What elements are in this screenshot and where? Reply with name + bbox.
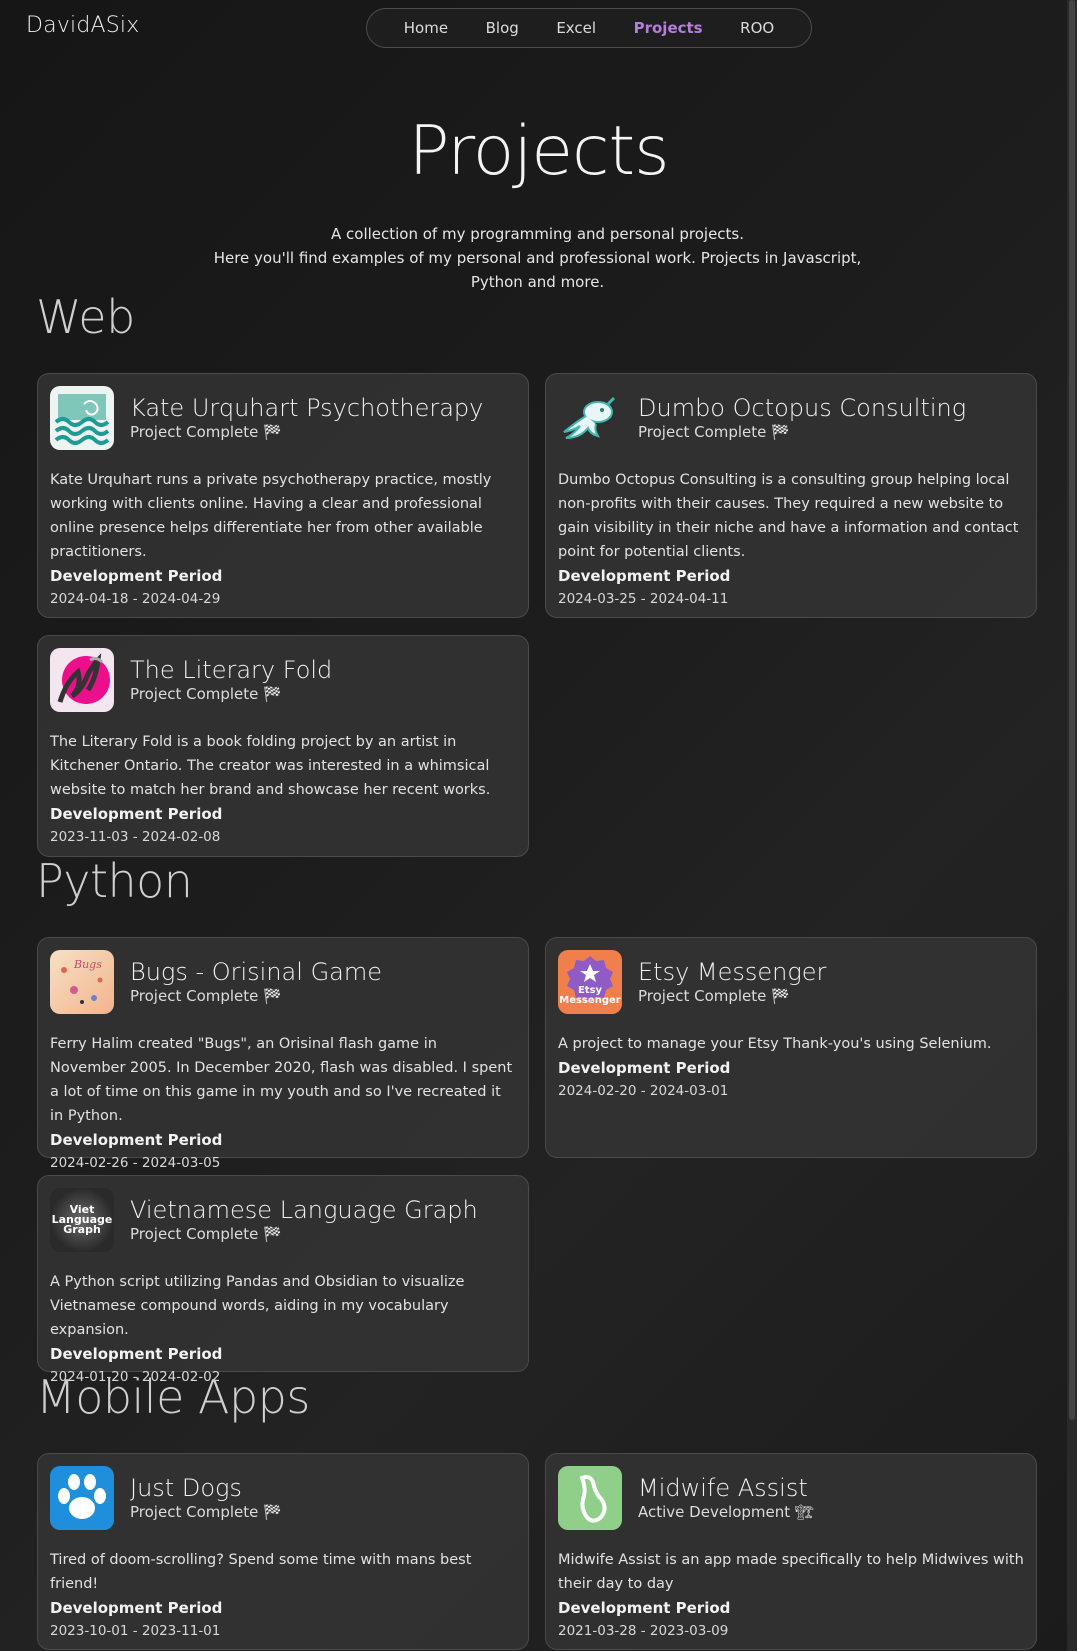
site-brand[interactable]: DavidASix xyxy=(26,13,139,38)
card-description: Kate Urquhart runs a private psychothera… xyxy=(50,472,492,560)
dev-period-label: Development Period xyxy=(558,1599,731,1617)
dev-period-dates: 2021-03-28 - 2023-03-09 xyxy=(558,1623,729,1639)
bugs-logo-text: Bugs xyxy=(74,958,102,971)
card-status: Project Complete 🏁 xyxy=(638,987,790,1005)
dev-period-label: Development Period xyxy=(50,1345,223,1363)
paw-logo-icon xyxy=(50,1466,114,1530)
dev-period-dates: 2024-02-26 - 2024-03-05 xyxy=(50,1155,221,1171)
card-title: The Literary Fold xyxy=(130,656,333,684)
card-status: Project Complete 🏁 xyxy=(130,685,282,703)
dev-period-dates: 2023-10-01 - 2023-11-01 xyxy=(50,1623,221,1639)
etsy-messenger-logo-icon: Etsy Messenger xyxy=(558,950,622,1014)
dev-period-label: Development Period xyxy=(558,1059,731,1077)
dev-period-label: Development Period xyxy=(50,805,223,823)
project-card-vietnamese-graph[interactable]: Viet Language Graph Vietnamese Language … xyxy=(37,1175,529,1385)
page-intro: A collection of my programming and perso… xyxy=(190,222,885,294)
graph-logo-word: Graph xyxy=(63,1223,101,1236)
project-card-just-dogs[interactable]: Just Dogs Project Complete 🏁 Tired of do… xyxy=(37,1453,529,1650)
project-card-etsy-messenger[interactable]: Etsy Messenger Etsy Messenger Project Co… xyxy=(545,937,1037,1158)
page-scrollbar[interactable] xyxy=(1067,0,1077,1651)
card-status: Project Complete 🏁 xyxy=(130,423,282,441)
etsy-logo-text: Etsy Messenger xyxy=(558,986,622,1006)
project-card-kate-urquhart[interactable]: Kate Urquhart Psychotherapy Project Comp… xyxy=(37,373,529,618)
card-status: Active Development 🏗 xyxy=(638,1503,814,1521)
card-status: Project Complete 🏁 xyxy=(130,987,282,1005)
dev-period-dates: 2024-04-18 - 2024-04-29 xyxy=(50,591,221,607)
section-title-python: Python xyxy=(36,854,193,908)
card-title: Midwife Assist xyxy=(638,1474,808,1502)
nav-roo[interactable]: ROO xyxy=(740,19,774,37)
dev-period-dates: 2023-11-03 - 2024-02-08 xyxy=(50,829,221,845)
project-card-bugs-game[interactable]: Bugs Bugs - Orisinal Game Project Comple… xyxy=(37,937,529,1171)
project-card-midwife-assist[interactable]: Midwife Assist Active Development 🏗 Midw… xyxy=(545,1453,1037,1650)
section-title-web: Web xyxy=(36,290,135,344)
section-title-mobile-apps: Mobile Apps xyxy=(36,1370,310,1424)
card-description: Midwife Assist is an app made specifical… xyxy=(558,1552,1024,1592)
dev-period-label: Development Period xyxy=(50,1599,223,1617)
card-description: The Literary Fold is a book folding proj… xyxy=(50,734,491,798)
book-fold-logo-icon xyxy=(50,648,114,712)
card-title: Dumbo Octopus Consulting xyxy=(638,394,967,422)
scrollbar-thumb[interactable] xyxy=(1069,0,1075,1420)
midwife-logo-icon xyxy=(558,1466,622,1530)
card-title: Just Dogs xyxy=(130,1474,242,1502)
card-description: Ferry Halim created "Bugs", an Orisinal … xyxy=(50,1036,513,1124)
card-status: Project Complete 🏁 xyxy=(638,423,790,441)
page-title: Projects xyxy=(408,112,669,191)
card-title: Vietnamese Language Graph xyxy=(130,1196,478,1224)
waves-logo-icon xyxy=(50,386,114,450)
nav-home[interactable]: Home xyxy=(404,19,448,37)
dev-period-label: Development Period xyxy=(50,567,223,585)
card-description: Tired of doom-scrolling? Spend some time… xyxy=(50,1552,472,1592)
card-description: A Python script utilizing Pandas and Obs… xyxy=(50,1274,465,1338)
nav-excel[interactable]: Excel xyxy=(556,19,596,37)
dev-period-dates: 2024-03-25 - 2024-04-11 xyxy=(558,591,729,607)
card-description: A project to manage your Etsy Thank-you'… xyxy=(558,1036,992,1052)
card-description: Dumbo Octopus Consulting is a consulting… xyxy=(558,472,1019,560)
project-card-dumbo-octopus[interactable]: Dumbo Octopus Consulting Project Complet… xyxy=(545,373,1037,618)
card-title: Kate Urquhart Psychotherapy xyxy=(130,394,484,422)
card-title: Bugs - Orisinal Game xyxy=(130,958,383,986)
dev-period-label: Development Period xyxy=(558,567,731,585)
messenger-logo-word: Messenger xyxy=(559,995,621,1006)
card-status: Project Complete 🏁 xyxy=(130,1225,282,1243)
main-nav: Home Blog Excel Projects ROO xyxy=(366,8,812,48)
project-card-literary-fold[interactable]: The Literary Fold Project Complete 🏁 The… xyxy=(37,635,529,857)
intro-line-1: A collection of my programming and perso… xyxy=(330,225,745,243)
card-status: Project Complete 🏁 xyxy=(130,1503,282,1521)
language-graph-logo-icon: Viet Language Graph xyxy=(50,1188,114,1252)
dev-period-dates: 2024-02-20 - 2024-03-01 xyxy=(558,1083,729,1099)
intro-line-2: Here you'll find examples of my personal… xyxy=(213,249,862,291)
card-title: Etsy Messenger xyxy=(638,958,827,986)
octopus-logo-icon xyxy=(558,386,622,450)
nav-projects[interactable]: Projects xyxy=(634,19,703,37)
language-graph-logo-text: Viet Language Graph xyxy=(52,1204,113,1236)
bugs-game-logo-icon: Bugs xyxy=(50,950,114,1014)
nav-blog[interactable]: Blog xyxy=(486,19,519,37)
dev-period-label: Development Period xyxy=(50,1131,223,1149)
